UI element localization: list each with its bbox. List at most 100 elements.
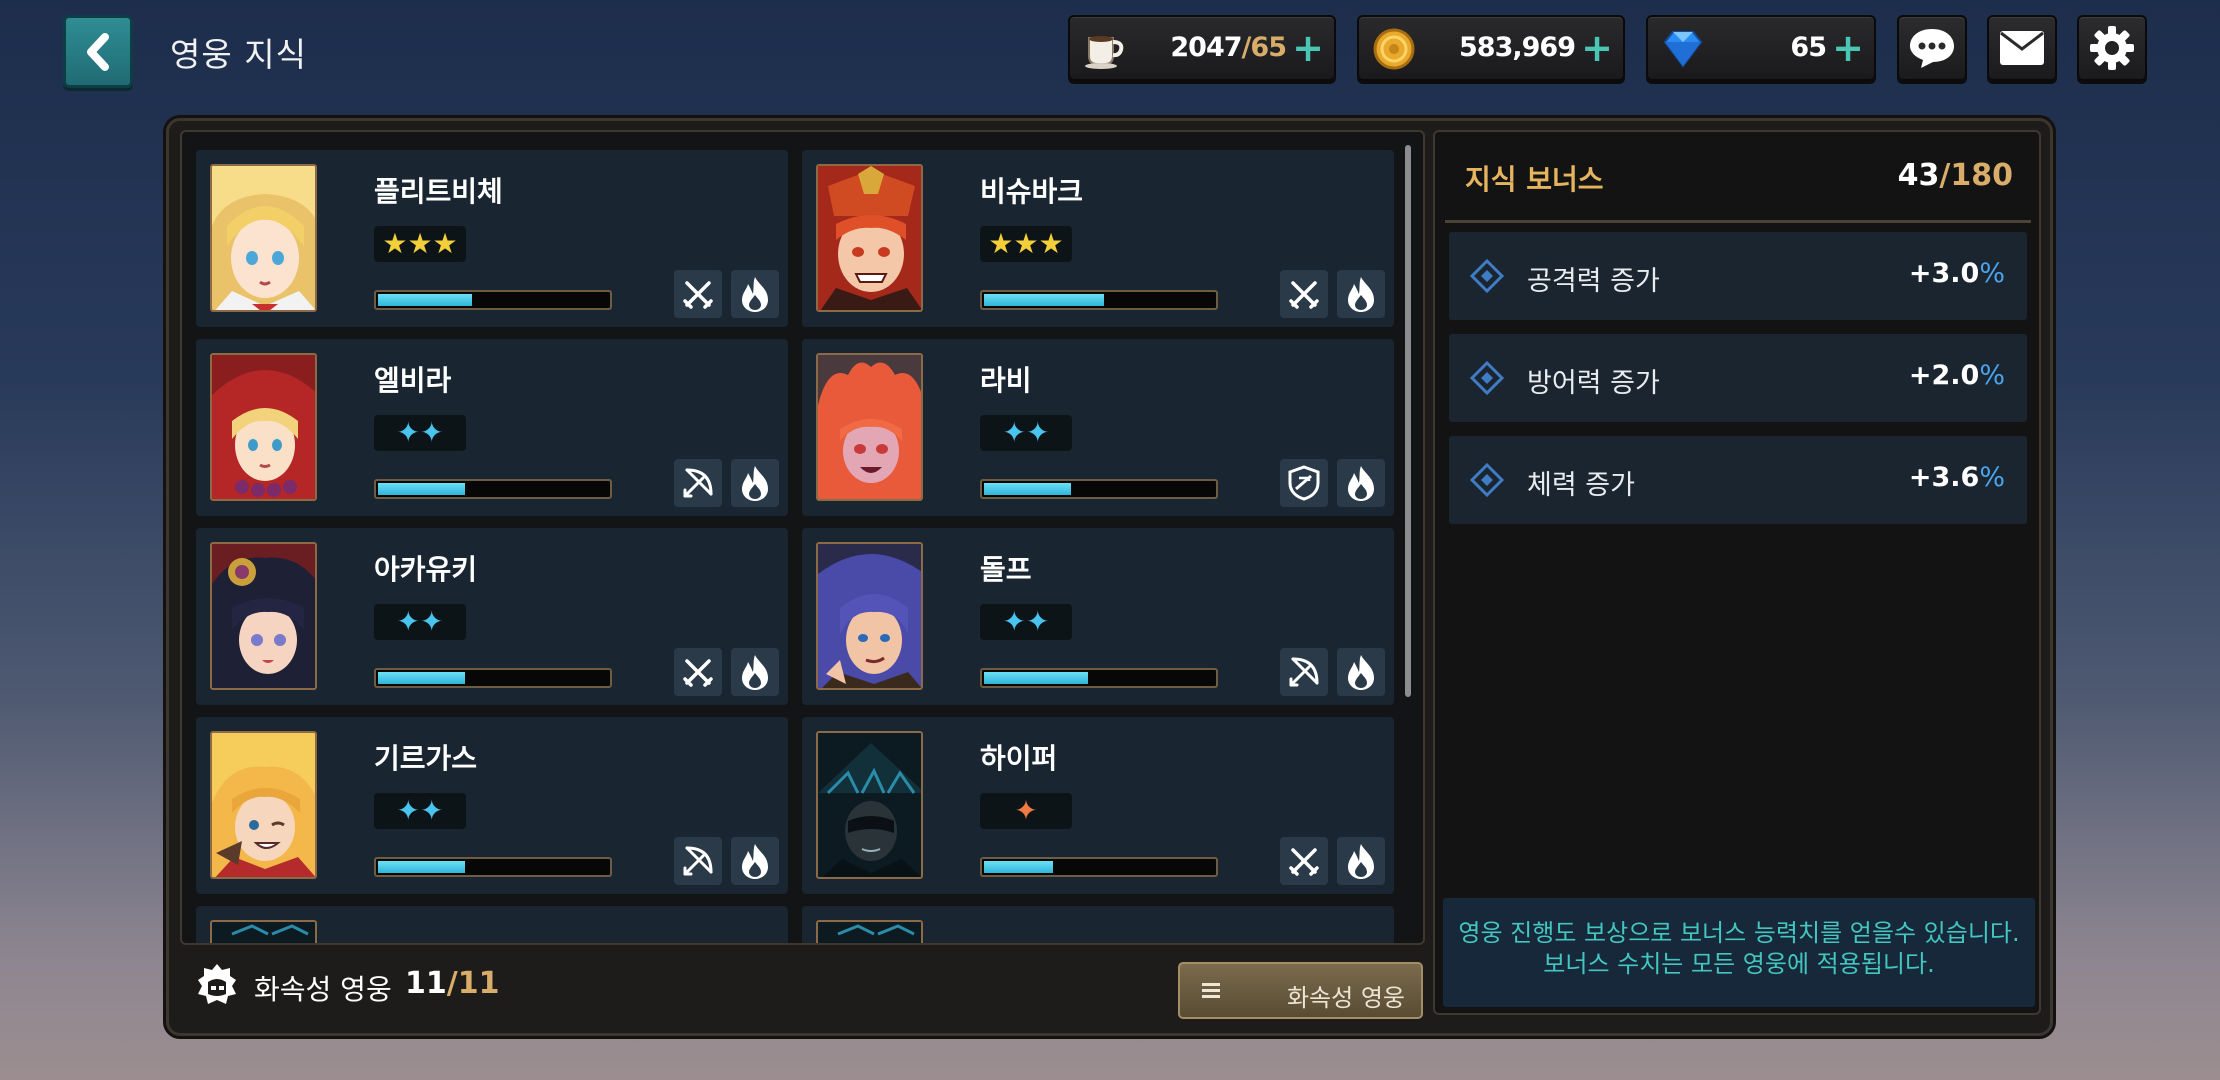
settings-button[interactable] — [2077, 15, 2147, 81]
hero-progress-bar — [980, 479, 1218, 499]
hero-count: 11 — [405, 966, 447, 1001]
element-fire-button[interactable] — [731, 648, 779, 696]
hero-portrait — [816, 353, 923, 501]
class-crossed-swords-button[interactable] — [1280, 837, 1328, 885]
hero-card[interactable] — [196, 906, 788, 943]
hero-portrait — [816, 731, 923, 879]
stamina-counter: 2047/65 + — [1068, 15, 1336, 81]
hero-progress-fill — [378, 294, 473, 306]
element-fire-button[interactable] — [731, 837, 779, 885]
hero-card[interactable]: 라비 ✦✦ — [802, 339, 1394, 516]
mail-button[interactable] — [1987, 15, 2057, 81]
class-bow-button[interactable] — [674, 459, 722, 507]
stat-row-attack: 공격력 증가 +3.0% — [1449, 232, 2027, 320]
stat-row-health: 체력 증가 +3.6% — [1449, 436, 2027, 524]
add-gem-button[interactable]: + — [1832, 29, 1864, 67]
hero-progress-fill — [984, 672, 1088, 684]
element-fire-button[interactable] — [1337, 837, 1385, 885]
stat-label: 체력 증가 — [1527, 470, 1635, 501]
bonus-count-max: 180 — [1950, 158, 2013, 193]
class-crossed-swords-button[interactable] — [1280, 270, 1328, 318]
hero-count-separator: / — [446, 966, 458, 1001]
bonus-count-separator: / — [1939, 158, 1951, 193]
stat-row-defense: 방어력 증가 +2.0% — [1449, 334, 2027, 422]
hero-portrait — [816, 164, 923, 312]
gem-value: 65 — [1790, 32, 1827, 63]
hero-card[interactable]: 돌프 ✦✦ — [802, 528, 1394, 705]
chat-button[interactable] — [1897, 15, 1967, 81]
page-title: 영웅 지식 — [170, 35, 307, 74]
class-bow-button[interactable] — [1280, 648, 1328, 696]
element-fire-button[interactable] — [731, 270, 779, 318]
hero-star-rating: ✦✦ — [980, 415, 1072, 451]
hero-progress-fill — [378, 861, 466, 873]
hero-name: 아카유키 — [374, 553, 478, 586]
hero-progress-bar — [374, 668, 612, 688]
gold-coin-icon — [1371, 26, 1417, 72]
coffee-cup-icon — [1082, 26, 1128, 72]
diamond-bullet-icon — [1469, 462, 1505, 498]
fire-icon — [742, 466, 768, 501]
hero-card[interactable]: 비슈바크 ★★★ — [802, 150, 1394, 327]
crossed-swords-icon — [1289, 848, 1319, 876]
class-bow-button[interactable] — [674, 837, 722, 885]
diamond-bullet-icon — [1469, 360, 1505, 396]
crossed-swords-icon — [1289, 281, 1319, 309]
element-filter-button[interactable]: 화속성 영웅 — [1178, 962, 1423, 1019]
hero-star-rating: ✦✦ — [374, 793, 466, 829]
fire-icon — [1348, 844, 1374, 879]
hero-progress-bar — [980, 857, 1218, 877]
hero-name: 플리트비체 — [374, 175, 503, 208]
diamond-bullet-icon — [1469, 258, 1505, 294]
mail-icon — [2000, 31, 2044, 65]
hero-portrait — [210, 542, 317, 690]
hero-card[interactable]: 기르가스 ✦✦ — [196, 717, 788, 894]
hero-card[interactable]: 하이퍼 ✦ — [802, 717, 1394, 894]
hero-name: 라비 — [980, 364, 1032, 397]
element-filter-button-label: 화속성 영웅 — [1286, 984, 1405, 1012]
gem-counter: 65 + — [1646, 15, 1876, 81]
element-fire-button[interactable] — [731, 459, 779, 507]
back-button[interactable] — [63, 15, 133, 88]
stat-unit: % — [1979, 258, 2005, 289]
bonus-note-line1: 영웅 진행도 보상으로 보너스 능력치를 얻을수 있습니다. — [1458, 919, 2020, 947]
fire-icon — [1348, 655, 1374, 690]
hero-card[interactable] — [802, 906, 1394, 943]
knowledge-bonus-panel: 지식 보너스 43/180 공격력 증가 +3.0% 방어력 증가 +2.0% … — [1433, 130, 2041, 1015]
hero-card[interactable]: 엘비라 ✦✦ — [196, 339, 788, 516]
menu-lines-icon — [1200, 976, 1222, 1006]
hero-list-scrollbar[interactable] — [1405, 145, 1411, 697]
stat-label: 방어력 증가 — [1527, 368, 1660, 399]
class-crossed-swords-button[interactable] — [674, 648, 722, 696]
bow-icon — [683, 468, 713, 498]
fire-icon — [1348, 466, 1374, 501]
element-fire-button[interactable] — [1337, 648, 1385, 696]
hero-portrait — [816, 542, 923, 690]
hero-list[interactable]: 플리트비체 ★★★ 비슈바크 ★★★ 엘비라 ✦✦ 라비 ✦✦ 아카유키 ✦✦ … — [180, 130, 1425, 945]
class-crossed-swords-button[interactable] — [674, 270, 722, 318]
hero-portrait — [210, 731, 317, 879]
gold-value: 583,969 — [1459, 32, 1576, 63]
hero-card[interactable]: 아카유키 ✦✦ — [196, 528, 788, 705]
bow-icon — [683, 846, 713, 876]
element-fire-button[interactable] — [1337, 459, 1385, 507]
class-shield-button[interactable] — [1280, 459, 1328, 507]
element-fire-button[interactable] — [1337, 270, 1385, 318]
hero-card[interactable]: 플리트비체 ★★★ — [196, 150, 788, 327]
hero-star-rating: ✦✦ — [374, 604, 466, 640]
add-stamina-button[interactable]: + — [1292, 29, 1324, 67]
fire-icon — [742, 655, 768, 690]
hero-name: 엘비라 — [374, 364, 452, 397]
hero-progress-fill — [984, 483, 1072, 495]
hero-count-max: 11 — [457, 966, 500, 1001]
gear-icon — [2090, 26, 2134, 70]
fire-icon — [1348, 277, 1374, 312]
stat-value: +2.0 — [1908, 360, 1980, 391]
bonus-info-note: 영웅 진행도 보상으로 보너스 능력치를 얻을수 있습니다. 보너스 수치는 모… — [1443, 898, 2035, 1007]
crossed-swords-icon — [683, 281, 713, 309]
add-gold-button[interactable]: + — [1581, 29, 1613, 67]
hero-progress-bar — [980, 668, 1218, 688]
hero-portrait — [210, 920, 317, 943]
hero-name: 하이퍼 — [980, 742, 1058, 775]
hero-progress-bar — [374, 479, 612, 499]
